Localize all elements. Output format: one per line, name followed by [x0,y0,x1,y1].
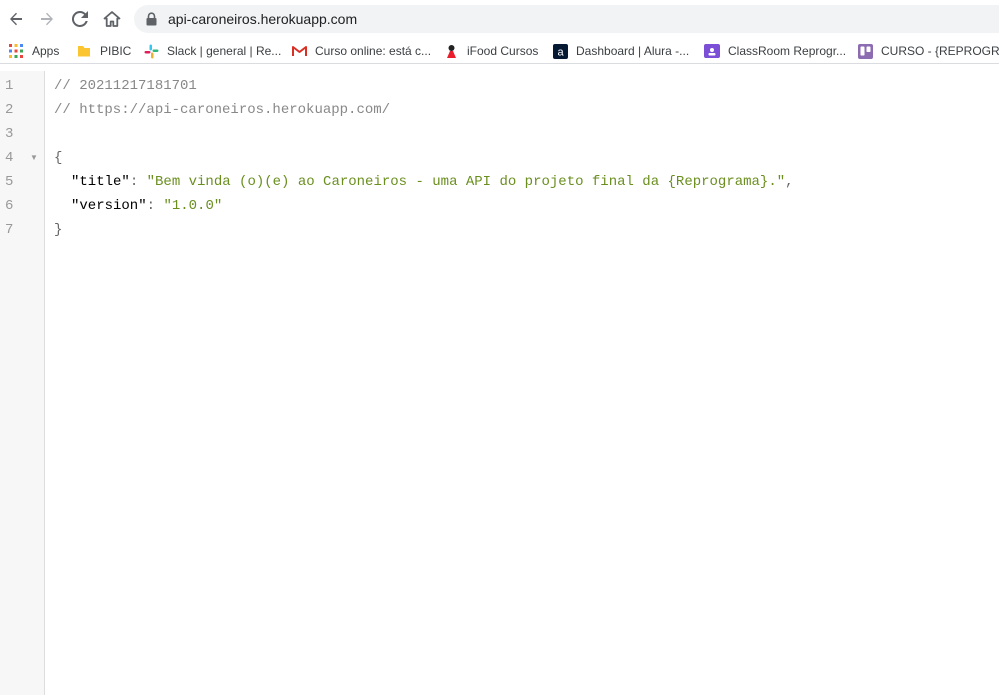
code-close-brace: } [54,222,63,238]
json-key-title: "title" [71,174,130,190]
json-value-title: "Bem vinda (o)(e) ao Caroneiros - uma AP… [146,174,786,190]
bookmark-ifood[interactable]: iFood Cursos [443,41,538,61]
json-colon: : [146,198,164,214]
line-number: 7 [5,222,14,238]
svg-text:a: a [557,46,564,58]
forward-button[interactable] [33,5,61,33]
bookmark-label: ClassRoom Reprogr... [728,44,847,58]
bookmark-label: Slack | general | Re... [167,44,282,58]
code-comment-timestamp: // 20211217181701 [54,78,197,94]
code-comment-url: // https://api-caroneiros.herokuapp.com/ [54,102,391,118]
fold-toggle-icon[interactable]: ▼ [30,146,38,170]
line-number: 1 [5,78,14,94]
folder-icon [76,43,92,59]
bookmark-label: CURSO - {REPROGR... [881,44,999,58]
bookmark-label: Curso online: está c... [315,44,432,58]
reload-icon [72,11,88,27]
bookmark-label: PIBIC [100,44,132,58]
gmail-icon [291,43,307,59]
home-button[interactable] [98,5,126,33]
back-button[interactable] [2,5,30,33]
bookmark-classroom[interactable]: ClassRoom Reprogr... [704,41,846,61]
apps-grid-icon [8,43,24,59]
bookmark-gmail[interactable]: Curso online: está c... [291,41,431,61]
bookmark-trello[interactable]: CURSO - {REPROGR... [857,41,999,61]
reload-button[interactable] [66,5,94,33]
json-key-version: "version" [71,198,147,214]
line-number: 3 [5,126,14,142]
json-value-version: "1.0.0" [163,198,223,214]
alura-icon: a [552,43,568,59]
home-icon [103,11,121,27]
bookmark-pibic[interactable]: PIBIC [76,41,131,61]
bookmark-alura[interactable]: a Dashboard | Alura -... [552,41,689,61]
code-line-title: "title": "Bem vinda (o)(e) ao Caroneiros… [71,170,794,194]
trello-icon [857,43,873,59]
json-colon: : [129,174,147,190]
json-viewer: 1 2 3 4 ▼ 5 6 7 // 20211217181701 // htt… [0,71,999,695]
bookmark-label: Dashboard | Alura -... [576,44,690,58]
ifood-icon [443,43,459,59]
browser-toolbar: api-caroneiros.herokuapp.com [0,0,999,38]
bookmarks-bar: Apps PIBIC Slack | general | Re... Curso… [0,38,999,64]
line-number-gutter: 1 2 3 4 ▼ 5 6 7 [0,71,45,695]
url-text: api-caroneiros.herokuapp.com [168,11,358,27]
code-line-version: "version": "1.0.0" [71,194,222,218]
line-number: 4 [5,150,14,166]
classroom-icon [704,43,720,59]
bookmark-apps[interactable]: Apps [8,41,59,61]
bookmark-label: Apps [32,44,60,58]
code-open-brace: { [54,150,63,166]
slack-icon [143,43,159,59]
bookmark-slack[interactable]: Slack | general | Re... [143,41,281,61]
line-number: 5 [5,174,14,190]
json-comma: , [785,174,794,190]
bookmark-label: iFood Cursos [467,44,539,58]
arrow-right-icon [41,12,53,26]
lock-icon [146,12,157,26]
address-bar[interactable]: api-caroneiros.herokuapp.com [134,5,999,33]
line-number: 2 [5,102,14,118]
line-number: 6 [5,198,14,214]
arrow-left-icon [10,12,22,26]
